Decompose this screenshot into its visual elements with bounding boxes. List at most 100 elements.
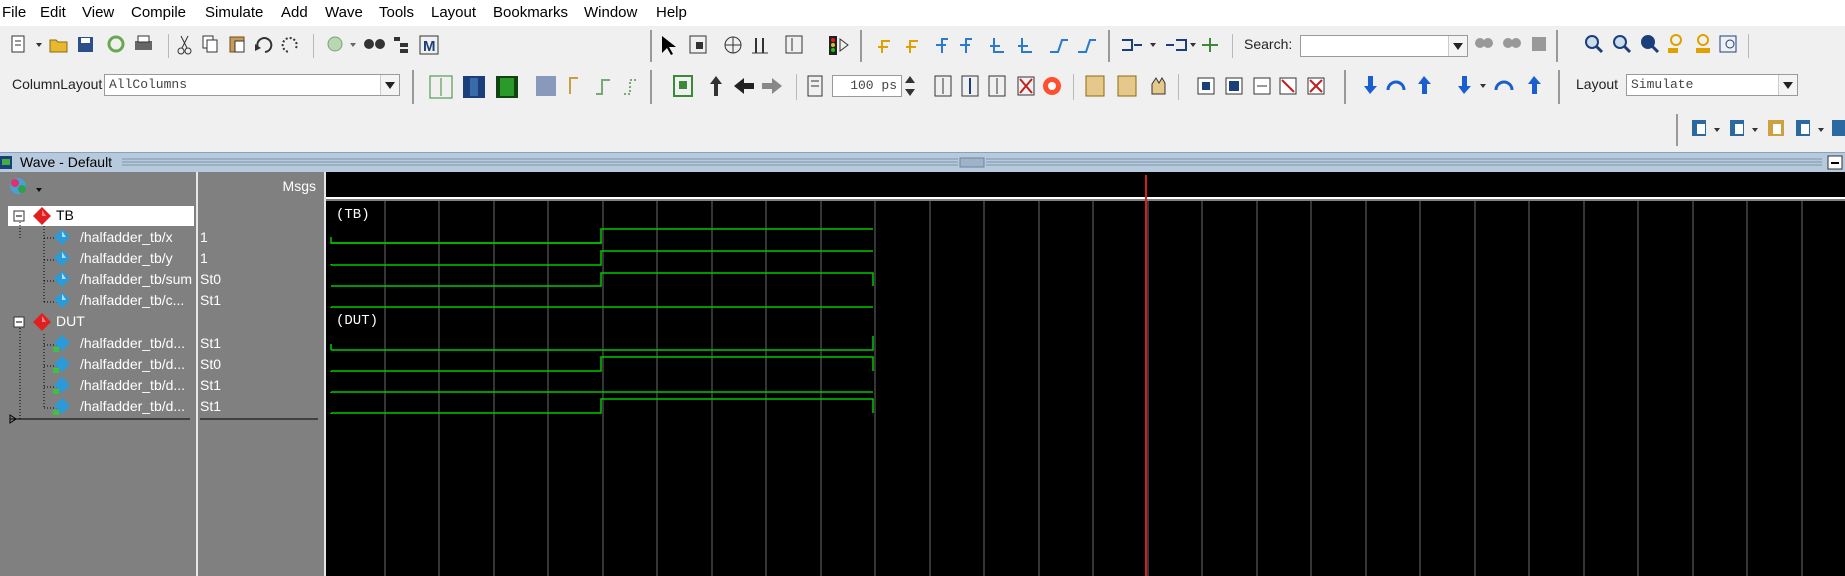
signal-row-4[interactable]: /halfadder_tb/c...	[0, 290, 196, 311]
signal-row-1[interactable]: /halfadder_tb/x	[0, 227, 196, 248]
select-pointer-icon[interactable]	[662, 36, 676, 55]
msgs-header[interactable]: Msgs	[198, 172, 324, 199]
run-length-input[interactable]: 100 ps	[832, 75, 902, 97]
stop-icon[interactable]	[1017, 76, 1035, 96]
waveform-x	[330, 237, 602, 244]
signal-diamond-icon	[54, 250, 70, 266]
waveform-d4-trace	[330, 398, 874, 414]
search-tool-icons[interactable]	[1475, 37, 1546, 51]
net-diamond-icon	[53, 335, 70, 352]
edge-nav-icons[interactable]	[878, 38, 1096, 53]
layout-dropdown-arrow[interactable]	[1778, 75, 1797, 95]
signal-row-2[interactable]: /halfadder_tb/y	[0, 248, 196, 269]
net-diamond-icon	[53, 377, 70, 394]
collapse-tb-icon[interactable]	[13, 210, 25, 222]
layout-select[interactable]: Simulate	[1626, 74, 1798, 96]
title-bar-decor	[0, 155, 1843, 170]
m-icon[interactable]: M	[419, 35, 439, 55]
wave-header	[326, 172, 1845, 199]
menu-compile[interactable]: Compile	[131, 0, 186, 22]
signal-name: /halfadder_tb/c...	[80, 292, 185, 308]
compile-icon[interactable]	[327, 36, 343, 52]
break-icon[interactable]	[1043, 77, 1061, 95]
menu-wave[interactable]: Wave	[325, 0, 363, 22]
signal-row-6[interactable]: /halfadder_tb/d...	[0, 354, 196, 375]
search-input[interactable]	[1300, 35, 1468, 57]
waveform-style-icons[interactable]	[429, 75, 638, 99]
menu-bookmarks[interactable]: Bookmarks	[493, 0, 568, 22]
toolbar-row-3-icons	[1676, 114, 1845, 146]
search-dropdown-arrow[interactable]	[1448, 36, 1467, 56]
run-icons[interactable]	[934, 75, 1006, 97]
add-wave-icons[interactable]	[1692, 120, 1845, 136]
step-icons[interactable]	[1364, 76, 1541, 94]
waveform-canvas[interactable]: (TB) (DUT)	[326, 201, 1845, 576]
menu-simulate[interactable]: Simulate	[205, 0, 263, 22]
signal-value-text: 1	[200, 250, 208, 266]
find-icon[interactable]	[364, 39, 385, 49]
collapse-dut-icon[interactable]	[13, 316, 25, 328]
zoom-cursor-icon[interactable]	[1668, 34, 1682, 53]
cursor-lines-icon[interactable]	[752, 38, 768, 54]
waveform-c-trace	[330, 306, 873, 308]
signal-name: /halfadder_tb/d...	[80, 377, 186, 393]
zoom-range-icon[interactable]	[1696, 34, 1710, 53]
memory-icons[interactable]	[1197, 77, 1325, 95]
pan-icon[interactable]	[724, 36, 742, 54]
signal-value: St1	[200, 375, 221, 396]
menu-tools[interactable]: Tools	[379, 0, 414, 22]
zoom-fit-icon[interactable]	[1719, 35, 1737, 53]
insert-icons[interactable]	[1122, 38, 1218, 52]
group-label-dut: DUT	[56, 313, 85, 329]
search-label: Search:	[1244, 36, 1293, 52]
dataflow-icons[interactable]	[1085, 75, 1166, 97]
zoom-in-icon[interactable]	[1585, 35, 1604, 54]
menu-help[interactable]: Help	[656, 0, 687, 22]
menu-layout[interactable]: Layout	[431, 0, 476, 22]
cut-icon[interactable]	[177, 35, 192, 55]
run-control-icons[interactable]	[673, 75, 782, 97]
new-file-icon[interactable]	[11, 35, 25, 53]
signal-value: 1	[200, 248, 208, 269]
print-icon[interactable]	[135, 35, 152, 50]
wave-window-title-bar[interactable]: Wave - Default	[0, 152, 1845, 172]
open-icon[interactable]	[49, 39, 68, 53]
pathnames-header[interactable]	[0, 172, 196, 199]
zoom-out-icon[interactable]	[1613, 35, 1632, 54]
run-length-icon[interactable]	[807, 75, 823, 97]
hierarchy-icon[interactable]	[394, 37, 408, 53]
traffic-light-icon[interactable]	[829, 36, 849, 55]
title-grip-right	[986, 158, 1822, 166]
zoom-box-icon[interactable]	[689, 35, 707, 54]
menu-window[interactable]: Window	[584, 0, 637, 22]
zoom-full-icon[interactable]	[1641, 35, 1660, 54]
paste-icon[interactable]	[229, 36, 245, 53]
reload-icon[interactable]	[107, 35, 125, 53]
menu-edit[interactable]: Edit	[40, 0, 66, 22]
group-wave-label-dut: (DUT)	[336, 313, 379, 329]
signal-row-5[interactable]: /halfadder_tb/d...	[0, 333, 196, 354]
signal-row-7[interactable]: /halfadder_tb/d...	[0, 375, 196, 396]
copy-icon[interactable]	[202, 35, 218, 53]
signal-value-text: St1	[200, 335, 222, 351]
menu-file[interactable]: File	[2, 0, 26, 22]
signal-value-text: St1	[200, 292, 222, 308]
new-dropdown-icon[interactable]	[36, 43, 42, 47]
group-row-dut[interactable]: DUT	[0, 311, 196, 332]
title-grip-center[interactable]	[959, 157, 985, 168]
save-icon[interactable]	[78, 37, 93, 52]
run-length-stepper[interactable]	[905, 76, 915, 96]
minimize-icon[interactable]	[1827, 155, 1843, 170]
undo-icon[interactable]	[255, 37, 273, 53]
menu-view[interactable]: View	[82, 0, 114, 22]
signal-value-text: 1	[200, 229, 208, 245]
group-wave-label-tb: (TB)	[336, 207, 370, 223]
signal-name: /halfadder_tb/d...	[80, 398, 186, 414]
group-row-tb[interactable]: TB	[0, 205, 196, 226]
display-options-icon[interactable]	[8, 174, 48, 198]
signal-row-3[interactable]: /halfadder_tb/sum	[0, 269, 196, 290]
menu-add[interactable]: Add	[281, 0, 308, 22]
expand-icon[interactable]	[785, 35, 803, 54]
signal-row-8[interactable]: /halfadder_tb/d...	[0, 396, 196, 417]
redo-icon[interactable]	[281, 37, 298, 53]
